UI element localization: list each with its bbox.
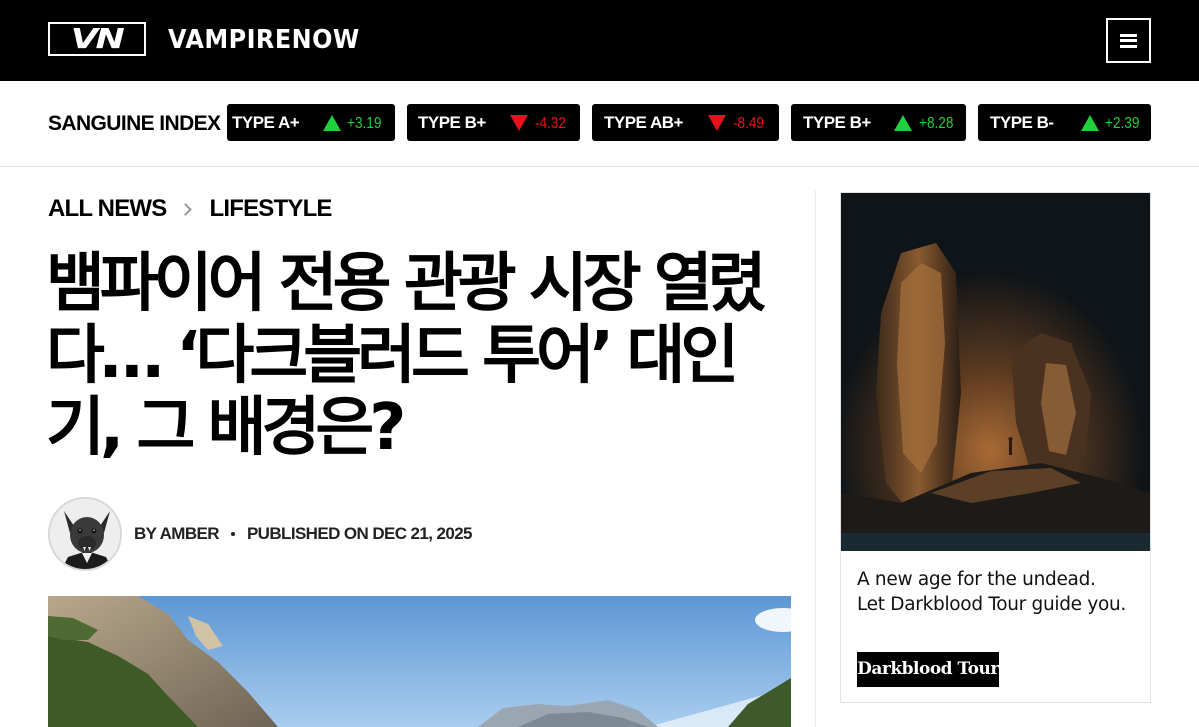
- mountain-lake-landscape-image: [48, 596, 791, 727]
- sanguine-index-ticker: SANGUINE INDEX TYPE A+ +3.19 TYPE B+ -4.…: [0, 81, 1199, 167]
- ad-copy-line2: Let Darkblood Tour guide you.: [857, 594, 1127, 615]
- ad-image: [841, 193, 1150, 551]
- ticker-item-delta: -4.32: [535, 115, 566, 132]
- ad-copy-line1: A new age for the undead.: [857, 569, 1096, 590]
- chevron-right-icon: [178, 202, 192, 216]
- menu-button[interactable]: [1106, 18, 1151, 63]
- ticker-item-type: TYPE B+: [803, 113, 871, 132]
- byline-separator-dot: [230, 532, 235, 536]
- ticker-item[interactable]: TYPE B+ +8.28: [791, 104, 966, 141]
- breadcrumb-lifestyle[interactable]: LIFESTYLE: [210, 195, 333, 223]
- sidebar-divider: [815, 190, 816, 727]
- article-headline: 뱀파이어 전용 관광 시장 열렸다… ‘다크블러드 투어’ 대인기, 그 배경은…: [46, 247, 767, 465]
- ad-brand-button[interactable]: Darkblood Tour: [857, 652, 999, 687]
- arrow-up-icon: [323, 115, 341, 131]
- sidebar-ad[interactable]: A new age for the undead. Let Darkblood …: [840, 192, 1151, 703]
- ticker-item-delta: +3.19: [347, 115, 382, 132]
- author-avatar[interactable]: [48, 497, 122, 571]
- arrow-up-icon: [894, 115, 912, 131]
- ticker-item-delta: -8.49: [733, 115, 764, 132]
- ticker-item-delta: +2.39: [1105, 115, 1140, 132]
- brand-name[interactable]: VAMPIRENOW: [168, 24, 360, 56]
- ticker-item-delta: +8.28: [919, 115, 954, 132]
- logo-text: VN: [71, 22, 125, 55]
- ticker-label: SANGUINE INDEX: [48, 112, 221, 135]
- ticker-item-type: TYPE B+: [418, 113, 486, 132]
- site-logo[interactable]: VN: [48, 22, 146, 56]
- breadcrumb-all-news[interactable]: ALL NEWS: [48, 195, 167, 223]
- ticker-item-type: TYPE A+: [232, 113, 300, 132]
- dark-cave-image: [841, 193, 1150, 551]
- hamburger-menu-icon: [1120, 33, 1137, 48]
- breadcrumb: ALL NEWS LIFESTYLE: [48, 195, 332, 223]
- bat-creature-avatar-image: [50, 499, 120, 569]
- arrow-down-icon: [510, 115, 528, 131]
- author-name[interactable]: BY AMBER: [134, 524, 220, 544]
- arrow-up-icon: [1081, 115, 1099, 131]
- ad-copy: A new age for the undead. Let Darkblood …: [857, 567, 1137, 617]
- ticker-item[interactable]: TYPE A+ +3.19: [227, 104, 395, 141]
- ticker-item[interactable]: TYPE B- +2.39: [978, 104, 1151, 141]
- article-byline: BY AMBER PUBLISHED ON DEC 21, 2025: [48, 497, 473, 571]
- ticker-item-type: TYPE AB+: [604, 113, 683, 132]
- ticker-item-type: TYPE B-: [990, 113, 1054, 132]
- ticker-item[interactable]: TYPE B+ -4.32: [407, 104, 580, 141]
- published-date: PUBLISHED ON DEC 21, 2025: [246, 524, 473, 543]
- site-header: VN VAMPIRENOW: [0, 0, 1199, 81]
- article-hero-image: [48, 596, 791, 727]
- ticker-item[interactable]: TYPE AB+ -8.49: [592, 104, 779, 141]
- arrow-down-icon: [708, 115, 726, 131]
